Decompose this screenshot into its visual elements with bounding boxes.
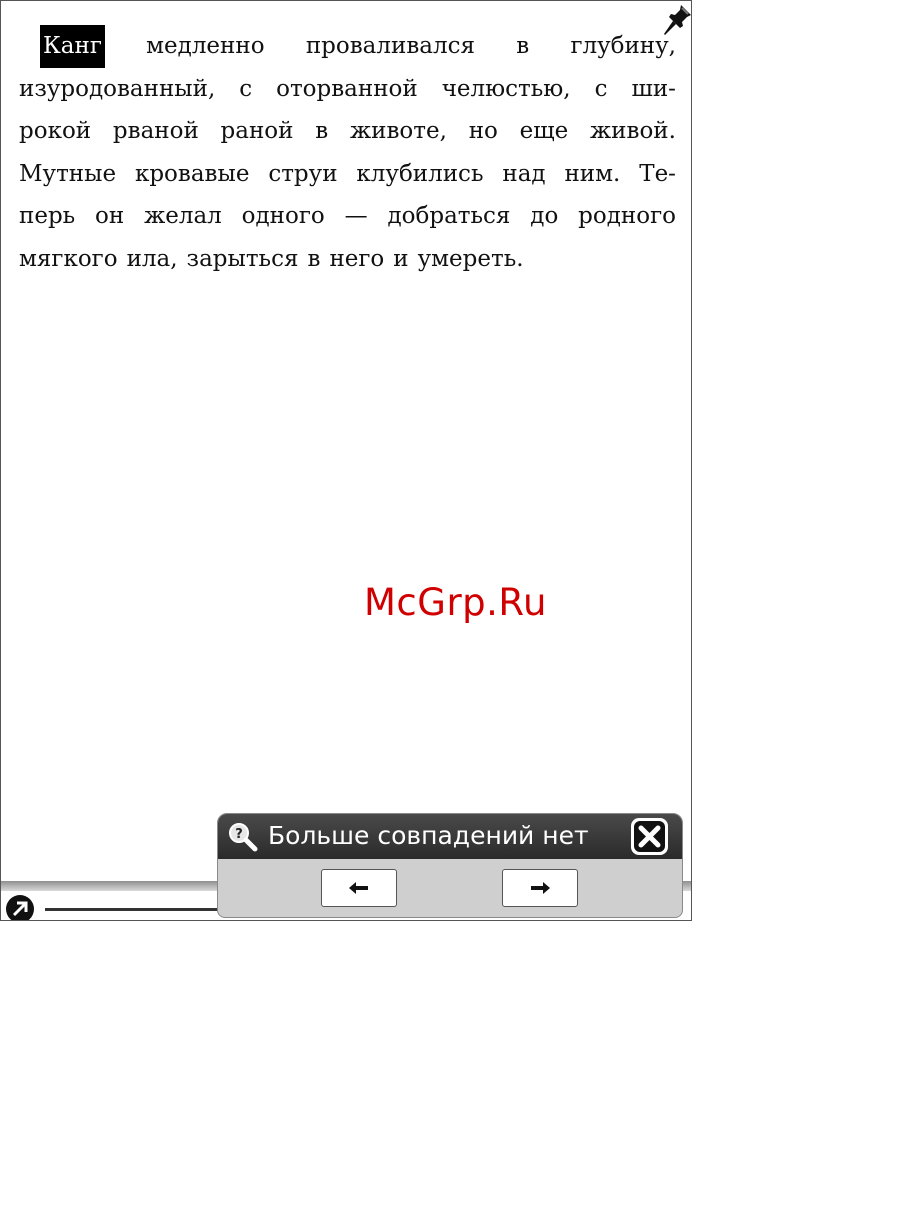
reading-progress-bar[interactable] [45, 908, 235, 911]
word: но [468, 118, 498, 144]
arrow-right-icon [531, 882, 550, 894]
word: проваливался [305, 33, 475, 59]
word: над [502, 160, 546, 187]
word: в [315, 118, 329, 144]
word: в [516, 33, 530, 59]
reader-screen: Канг медленно проваливался в глубину, из… [0, 0, 692, 921]
word: он [95, 203, 125, 229]
arrow-up-right-icon[interactable] [5, 894, 35, 921]
search-match[interactable]: Канг [40, 25, 105, 68]
word: с [239, 75, 253, 102]
word: зарыться [186, 245, 299, 272]
word: желал [144, 203, 222, 229]
word: изуродованный, [19, 75, 216, 102]
word: ши- [631, 75, 676, 102]
word: челюстью, [441, 75, 571, 102]
search-status-message: Больше совпадений нет [268, 821, 589, 850]
word: Мутные [19, 160, 117, 187]
text-line: Мутные кровавые струи клубились над ним.… [19, 153, 676, 196]
close-icon [634, 821, 665, 852]
word: рваной [112, 118, 199, 144]
word: рокой [19, 118, 92, 144]
word: одного [241, 203, 325, 229]
word: Те- [639, 160, 676, 187]
text-line: перь он желал одного — добраться до родн… [19, 195, 676, 238]
svg-text:?: ? [235, 827, 243, 842]
text-line: мягкого ила, зарыться в него и умереть. [19, 238, 676, 281]
text-line: Канг медленно проваливался в глубину, [19, 25, 676, 68]
word: еще [519, 118, 569, 144]
word: ила, [126, 245, 178, 272]
watermark: McGrp.Ru [364, 581, 547, 624]
word: медленно [146, 33, 265, 59]
word: до [530, 203, 559, 229]
search-results-popup: ? Больше совпадений нет [217, 813, 683, 918]
book-text: Канг медленно проваливался в глубину, из… [19, 25, 676, 280]
word: живой. [590, 118, 676, 144]
previous-match-button[interactable] [321, 869, 397, 907]
word: клубились [356, 160, 484, 187]
word: перь [19, 203, 76, 229]
close-button[interactable] [631, 818, 668, 855]
word: мягкого [19, 245, 118, 272]
word: глубину, [570, 33, 676, 59]
word: оторванной [276, 75, 418, 102]
word: кровавые [134, 160, 250, 187]
word: в [307, 245, 321, 272]
text-line: изуродованный, с оторванной челюстью, с … [19, 68, 676, 111]
word: родного [578, 203, 676, 229]
word: — [344, 203, 368, 229]
word: с [594, 75, 608, 102]
arrow-left-icon [349, 882, 368, 894]
word: умереть. [417, 245, 524, 272]
word: животе, [349, 118, 447, 144]
search-icon: ? [229, 823, 258, 852]
next-match-button[interactable] [502, 869, 578, 907]
word: и [393, 245, 409, 272]
word: ним. [564, 160, 621, 187]
word: него [329, 245, 385, 272]
text-line: рокой рваной раной в животе, но еще живо… [19, 110, 676, 153]
word: раной [220, 118, 294, 144]
popup-header: ? Больше совпадений нет [218, 814, 682, 859]
word: струи [268, 160, 338, 187]
word: добраться [387, 203, 511, 229]
